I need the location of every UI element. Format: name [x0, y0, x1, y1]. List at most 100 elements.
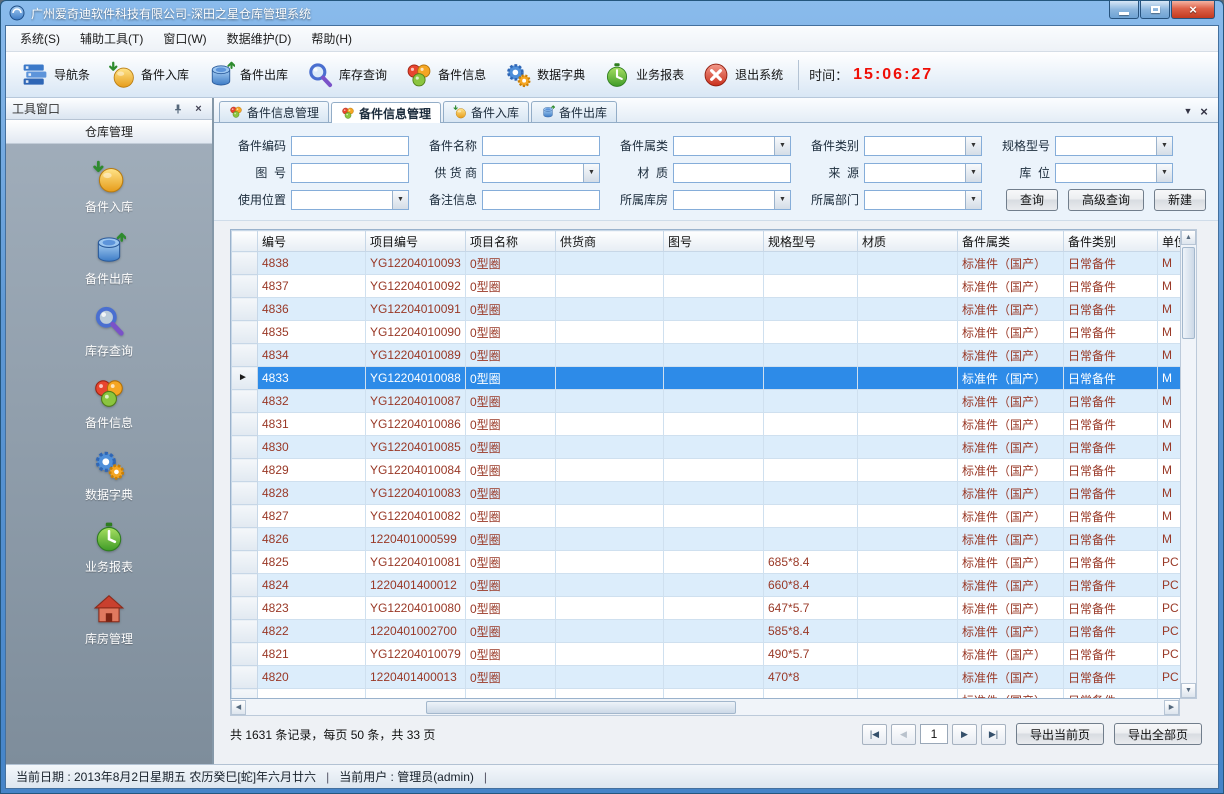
scroll-down-icon[interactable]: ▼: [1181, 683, 1196, 698]
maximize-button[interactable]: [1140, 1, 1170, 19]
document-tab[interactable]: 备件信息管理: [331, 102, 441, 123]
table-row[interactable]: 4824 1220401400012 0型圈 660*8.4 标准件（国产）: [232, 574, 1181, 597]
vertical-scrollbar[interactable]: ▲ ▼: [1180, 229, 1197, 699]
search-action-button[interactable]: 高级查询: [1068, 189, 1144, 211]
chevron-down-icon[interactable]: [774, 191, 790, 209]
tab-close-icon[interactable]: ×: [1196, 103, 1212, 119]
column-header[interactable]: 备件类别: [1064, 231, 1158, 252]
chevron-down-icon[interactable]: [774, 137, 790, 155]
sidebar-item[interactable]: 备件信息: [85, 376, 133, 431]
chevron-down-icon[interactable]: [965, 191, 981, 209]
field-input[interactable]: [864, 190, 982, 210]
table-row[interactable]: 4822 1220401002700 0型圈 585*8.4 标准件（国产）: [232, 620, 1181, 643]
table-row[interactable]: 4833 YG12204010088 0型圈 标准件（国产）: [232, 367, 1181, 390]
page-nav-button[interactable]: ▶: [952, 724, 977, 745]
page-nav-button[interactable]: |◀: [862, 724, 887, 745]
field-input[interactable]: [291, 190, 409, 210]
export-current-page-button[interactable]: 导出当前页: [1016, 723, 1104, 745]
column-header[interactable]: 编号: [258, 231, 366, 252]
table-row[interactable]: 4830 YG12204010085 0型圈 标准件（国产）: [232, 436, 1181, 459]
document-tab[interactable]: 备件出库: [531, 101, 617, 122]
column-header[interactable]: 材质: [858, 231, 958, 252]
sidebar-item[interactable]: 备件出库: [85, 232, 133, 287]
toolbar-button[interactable]: 库存查询: [297, 57, 396, 93]
column-header[interactable]: 供货商: [556, 231, 664, 252]
chevron-down-icon[interactable]: [965, 164, 981, 182]
table-row[interactable]: 标准件（国产） 日常备件: [232, 689, 1181, 700]
minimize-button[interactable]: [1109, 1, 1139, 19]
menu-item[interactable]: 窗口(W): [153, 26, 216, 51]
sidebar-item[interactable]: 业务报表: [85, 520, 133, 575]
export-all-pages-button[interactable]: 导出全部页: [1114, 723, 1202, 745]
column-header[interactable]: 规格型号: [764, 231, 858, 252]
sidebar-item[interactable]: 库房管理: [85, 592, 133, 647]
document-tab[interactable]: 备件信息管理: [219, 101, 329, 122]
column-header[interactable]: 单位: [1158, 231, 1181, 252]
vertical-scroll-thumb[interactable]: [1182, 247, 1195, 339]
table-row[interactable]: 4826 1220401000599 0型圈 标准件（国产）: [232, 528, 1181, 551]
pin-icon[interactable]: [170, 101, 185, 116]
table-row[interactable]: 4825 YG12204010081 0型圈 685*8.4 标准件（国产）: [232, 551, 1181, 574]
menu-item[interactable]: 系统(S): [10, 26, 70, 51]
menu-item[interactable]: 数据维护(D): [217, 26, 302, 51]
chevron-down-icon[interactable]: [583, 164, 599, 182]
horizontal-scroll-thumb[interactable]: [426, 701, 736, 714]
table-row[interactable]: 4828 YG12204010083 0型圈 标准件（国产）: [232, 482, 1181, 505]
field-input[interactable]: [673, 190, 791, 210]
scroll-up-icon[interactable]: ▲: [1181, 230, 1196, 245]
field-input[interactable]: [673, 136, 791, 156]
field-input[interactable]: [1055, 136, 1173, 156]
table-row[interactable]: 4831 YG12204010086 0型圈 标准件（国产）: [232, 413, 1181, 436]
field-input[interactable]: [673, 163, 791, 183]
table-row[interactable]: 4820 1220401400013 0型圈 470*8 标准件（国产）: [232, 666, 1181, 689]
sidebar-item[interactable]: 备件入库: [85, 160, 133, 215]
toolbar-button[interactable]: 备件入库: [99, 57, 198, 93]
page-nav-button[interactable]: ▶|: [981, 724, 1006, 745]
page-number-input[interactable]: [920, 724, 948, 744]
column-header[interactable]: 备件属类: [958, 231, 1064, 252]
scroll-left-icon[interactable]: ◀: [231, 700, 246, 715]
page-nav-button[interactable]: ◀: [891, 724, 916, 745]
toolbar-button[interactable]: 业务报表: [594, 57, 693, 93]
toolbar-button[interactable]: 备件信息: [396, 57, 495, 93]
search-action-button[interactable]: 新建: [1154, 189, 1206, 211]
field-input[interactable]: [864, 163, 982, 183]
toolbar-button[interactable]: 数据字典: [495, 57, 594, 93]
sidebar-item[interactable]: 库存查询: [85, 304, 133, 359]
column-header[interactable]: 图号: [664, 231, 764, 252]
menu-item[interactable]: 帮助(H): [301, 26, 362, 51]
field-input[interactable]: [291, 136, 409, 156]
table-row[interactable]: 4837 YG12204010092 0型圈 标准件（国产）: [232, 275, 1181, 298]
chevron-down-icon[interactable]: [1156, 164, 1172, 182]
scroll-right-icon[interactable]: ▶: [1164, 700, 1179, 715]
toolbar-button[interactable]: 退出系统: [693, 57, 792, 93]
table-row[interactable]: 4829 YG12204010084 0型圈 标准件（国产）: [232, 459, 1181, 482]
field-input[interactable]: [1055, 163, 1173, 183]
toolbar-button[interactable]: 导航条: [12, 57, 99, 93]
tab-list-chevron-down-icon[interactable]: ▼: [1180, 103, 1196, 119]
table-row[interactable]: 4827 YG12204010082 0型圈 标准件（国产）: [232, 505, 1181, 528]
document-tab[interactable]: 备件入库: [443, 101, 529, 122]
toolbar-button[interactable]: 备件出库: [198, 57, 297, 93]
horizontal-scrollbar[interactable]: ◀ ▶: [230, 699, 1180, 716]
chevron-down-icon[interactable]: [392, 191, 408, 209]
field-input[interactable]: [482, 163, 600, 183]
table-row[interactable]: 4821 YG12204010079 0型圈 490*5.7 标准件（国产）: [232, 643, 1181, 666]
table-row[interactable]: 4832 YG12204010087 0型圈 标准件（国产）: [232, 390, 1181, 413]
sidebar-item[interactable]: 数据字典: [85, 448, 133, 503]
field-input[interactable]: [482, 190, 600, 210]
menu-item[interactable]: 辅助工具(T): [70, 26, 153, 51]
table-row[interactable]: 4835 YG12204010090 0型圈 标准件（国产）: [232, 321, 1181, 344]
table-row[interactable]: 4823 YG12204010080 0型圈 647*5.7 标准件（国产）: [232, 597, 1181, 620]
chevron-down-icon[interactable]: [965, 137, 981, 155]
field-input[interactable]: [291, 163, 409, 183]
table-row[interactable]: 4836 YG12204010091 0型圈 标准件（国产）: [232, 298, 1181, 321]
field-input[interactable]: [864, 136, 982, 156]
field-input[interactable]: [482, 136, 600, 156]
close-button[interactable]: [1171, 1, 1215, 19]
sidebar-close-icon[interactable]: [191, 101, 206, 116]
column-header[interactable]: 项目编号: [366, 231, 466, 252]
search-action-button[interactable]: 查询: [1006, 189, 1058, 211]
column-header[interactable]: 项目名称: [466, 231, 556, 252]
table-row[interactable]: 4834 YG12204010089 0型圈 标准件（国产）: [232, 344, 1181, 367]
